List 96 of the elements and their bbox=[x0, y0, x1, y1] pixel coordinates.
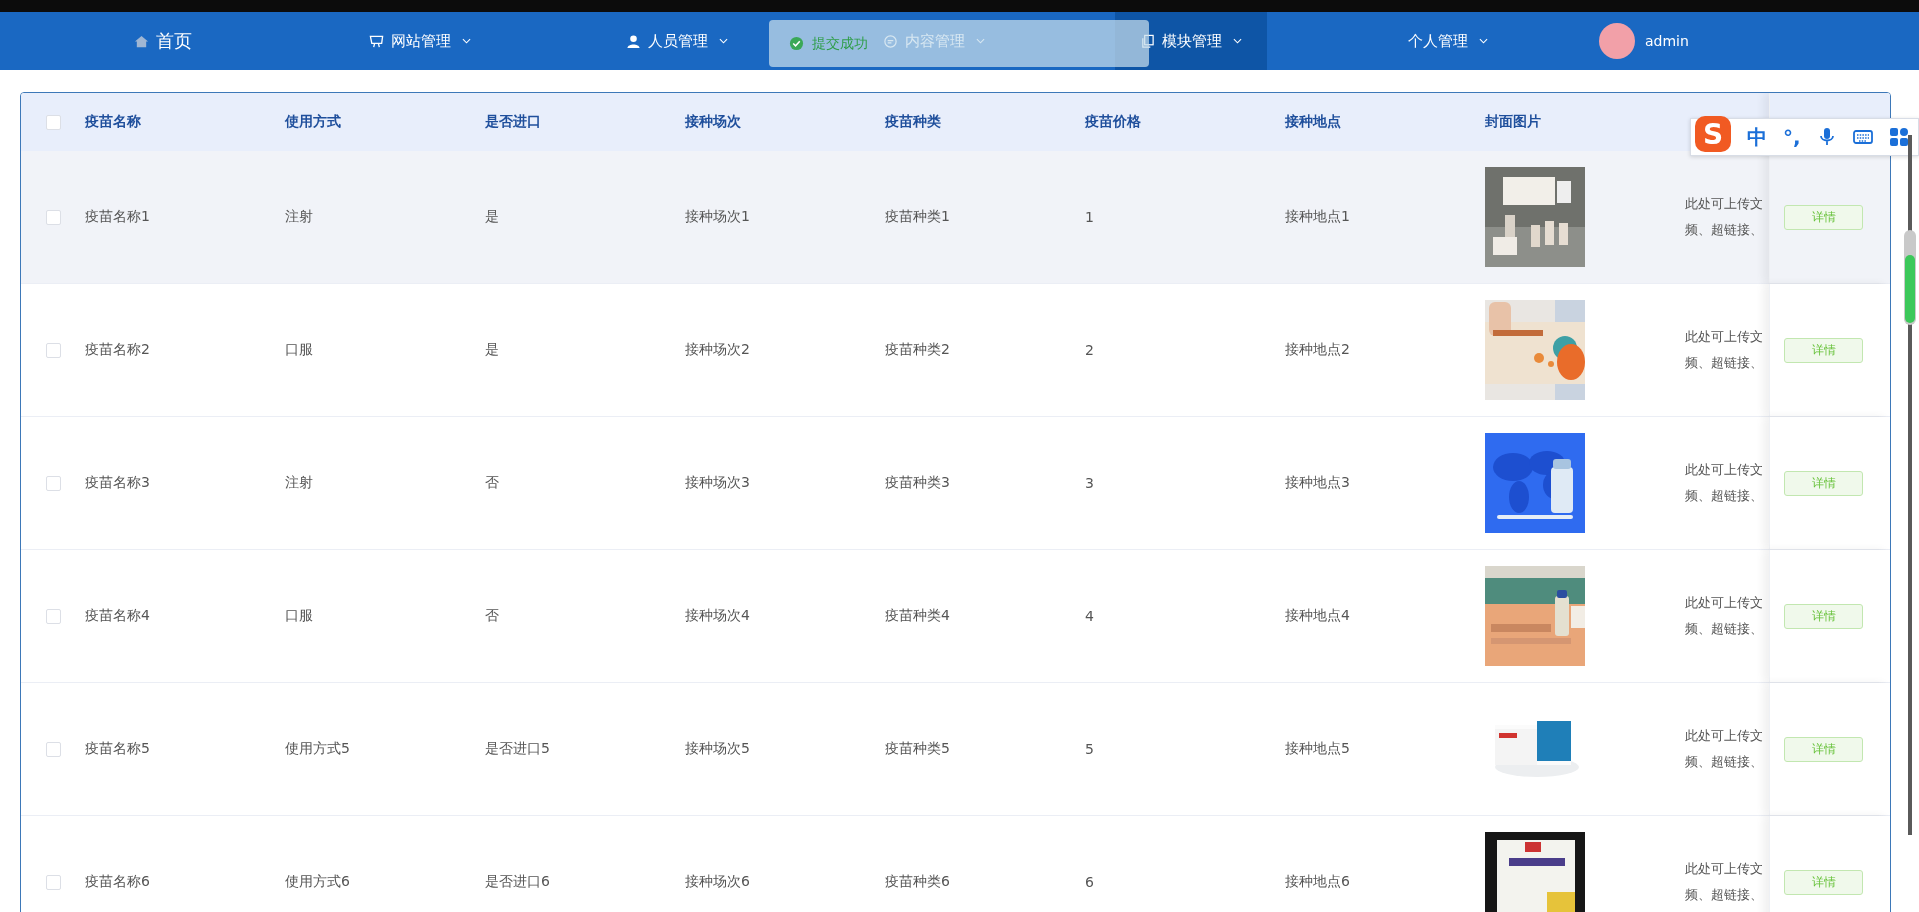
table-cell: 3 bbox=[1085, 475, 1094, 491]
nav-label: 人员管理 bbox=[648, 31, 708, 51]
monitor-icon bbox=[369, 33, 384, 49]
ime-mode-toggle[interactable]: °, bbox=[1783, 125, 1801, 149]
table-cell: 接种地点5 bbox=[1285, 740, 1350, 758]
table-cell: 接种场次4 bbox=[685, 607, 750, 625]
column-header[interactable]: 接种地点 bbox=[1285, 113, 1341, 131]
table-cell: 疫苗种类3 bbox=[885, 474, 950, 492]
caret-icon bbox=[462, 38, 471, 44]
table-cell: 接种场次5 bbox=[685, 740, 750, 758]
table-cell: 疫苗种类2 bbox=[885, 341, 950, 359]
column-header[interactable]: 接种场次 bbox=[685, 113, 741, 131]
table-cell: 是否进口5 bbox=[485, 740, 550, 758]
preview-text: 此处可上传文 bbox=[1685, 328, 1763, 346]
ime-mode-toggle[interactable]: 中 bbox=[1747, 123, 1767, 151]
home-icon bbox=[134, 33, 149, 49]
scrollbar-drawing[interactable] bbox=[1903, 135, 1917, 835]
nav-item[interactable]: 人员管理 bbox=[601, 12, 753, 70]
preview-text: 此处可上传文 bbox=[1685, 461, 1763, 479]
table-cell: 5 bbox=[1085, 741, 1094, 757]
preview-text: 频、超链接、 bbox=[1685, 886, 1763, 904]
table-cell: 使用方式5 bbox=[285, 740, 350, 758]
table-cell: 疫苗种类4 bbox=[885, 607, 950, 625]
table-cell: 否 bbox=[485, 474, 499, 492]
nav-label: 个人管理 bbox=[1408, 31, 1468, 51]
table-cell: 注射 bbox=[285, 208, 313, 226]
table-cell: 注射 bbox=[285, 474, 313, 492]
toast-message: 提交成功 bbox=[812, 34, 868, 53]
table-cell: 疫苗名称1 bbox=[85, 208, 150, 226]
nav-label: 内容管理 bbox=[905, 31, 965, 51]
row-checkbox[interactable] bbox=[45, 209, 61, 225]
preview-text: 频、超链接、 bbox=[1685, 221, 1763, 239]
table-cell: 4 bbox=[1085, 608, 1094, 624]
nav-item[interactable]: 网站管理 bbox=[344, 12, 496, 70]
row-checkbox[interactable] bbox=[45, 608, 61, 624]
table-cell: 接种地点6 bbox=[1285, 873, 1350, 891]
avatar-icon[interactable] bbox=[1599, 23, 1635, 59]
table-cell: 疫苗种类1 bbox=[885, 208, 950, 226]
nav-label: 首页 bbox=[156, 29, 192, 53]
table-cell: 6 bbox=[1085, 874, 1094, 890]
select-all-checkbox[interactable] bbox=[45, 114, 61, 130]
table-cell: 口服 bbox=[285, 607, 313, 625]
nav-label: 模块管理 bbox=[1162, 31, 1222, 51]
nav-label: 网站管理 bbox=[391, 31, 451, 51]
table-cell: 是 bbox=[485, 208, 499, 226]
nav-item[interactable]: 个人管理 bbox=[1372, 12, 1524, 70]
table-cell: 使用方式6 bbox=[285, 873, 350, 891]
preview-text: 频、超链接、 bbox=[1685, 753, 1763, 771]
caret-icon bbox=[719, 38, 728, 44]
column-header[interactable]: 疫苗名称 bbox=[85, 113, 141, 131]
table-cell: 接种场次3 bbox=[685, 474, 750, 492]
preview-text: 此处可上传文 bbox=[1685, 195, 1763, 213]
keyboard-icon[interactable] bbox=[1852, 127, 1873, 147]
row-checkbox[interactable] bbox=[45, 874, 61, 890]
table-cell: 口服 bbox=[285, 341, 313, 359]
row-checkbox[interactable] bbox=[45, 475, 61, 491]
user-name[interactable]: admin bbox=[1645, 33, 1689, 49]
row-checkbox[interactable] bbox=[45, 342, 61, 358]
preview-text: 此处可上传文 bbox=[1685, 727, 1763, 745]
column-header[interactable]: 封面图片 bbox=[1485, 113, 1541, 131]
table-cell: 是否进口6 bbox=[485, 873, 550, 891]
table-cell: 接种地点1 bbox=[1285, 208, 1350, 226]
table-cell: 疫苗名称5 bbox=[85, 740, 150, 758]
table-cell: 1 bbox=[1085, 209, 1094, 225]
table-cell: 是 bbox=[485, 341, 499, 359]
table-cell: 接种地点3 bbox=[1285, 474, 1350, 492]
ime-logo[interactable]: S bbox=[1695, 116, 1731, 152]
preview-text: 此处可上传文 bbox=[1685, 594, 1763, 612]
column-header[interactable]: 是否进口 bbox=[485, 113, 541, 131]
table-cell: 疫苗名称6 bbox=[85, 873, 150, 891]
table-cell: 2 bbox=[1085, 342, 1094, 358]
preview-text: 频、超链接、 bbox=[1685, 620, 1763, 638]
preview-text: 频、超链接、 bbox=[1685, 354, 1763, 372]
column-header[interactable]: 使用方式 bbox=[285, 113, 341, 131]
check-circle-icon bbox=[789, 36, 804, 51]
caret-icon bbox=[1233, 38, 1242, 44]
user-icon bbox=[626, 33, 641, 49]
table-cell: 疫苗种类6 bbox=[885, 873, 950, 891]
table-cell: 否 bbox=[485, 607, 499, 625]
table-cell: 接种地点4 bbox=[1285, 607, 1350, 625]
table-cell: 接种场次6 bbox=[685, 873, 750, 891]
nav-item[interactable]: 首页 bbox=[87, 12, 239, 70]
table-cell: 接种场次2 bbox=[685, 341, 750, 359]
table-cell: 接种地点2 bbox=[1285, 341, 1350, 359]
table-cell: 接种场次1 bbox=[685, 208, 750, 226]
table-cell: 疫苗名称4 bbox=[85, 607, 150, 625]
row-checkbox[interactable] bbox=[45, 741, 61, 757]
table-cell: 疫苗种类5 bbox=[885, 740, 950, 758]
caret-icon bbox=[1479, 38, 1488, 44]
table-cell: 疫苗名称2 bbox=[85, 341, 150, 359]
grid-icon[interactable] bbox=[1888, 127, 1909, 147]
preview-text: 频、超链接、 bbox=[1685, 487, 1763, 505]
table-cell: 疫苗名称3 bbox=[85, 474, 150, 492]
column-header[interactable]: 疫苗价格 bbox=[1085, 113, 1141, 131]
preview-text: 此处可上传文 bbox=[1685, 860, 1763, 878]
column-header[interactable]: 疫苗种类 bbox=[885, 113, 941, 131]
